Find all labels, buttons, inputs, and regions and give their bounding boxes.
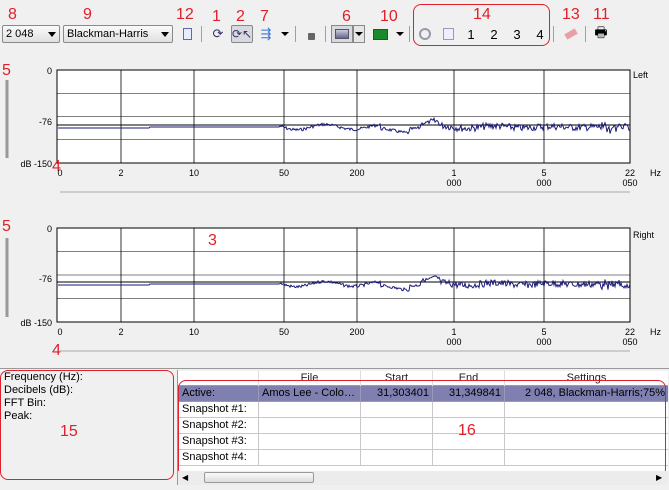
- x-tick-label: 200: [349, 168, 365, 178]
- x-tick-label: 22 050: [622, 327, 638, 347]
- x-tick-label: 2: [118, 327, 124, 337]
- scroll-right-arrow[interactable]: ▶: [656, 473, 662, 482]
- x-tick-label: 10: [188, 327, 199, 337]
- x-tick-label: 10: [188, 168, 199, 178]
- channel-label-left: Left: [633, 70, 649, 80]
- y-tick-label: 0: [46, 224, 52, 234]
- scroll-left-arrow[interactable]: ◀: [182, 473, 188, 482]
- x-tick-label: 50: [278, 168, 289, 178]
- annotation-box: [178, 380, 666, 477]
- annotation: 16: [458, 422, 476, 439]
- x-tick-label: 2: [118, 168, 124, 178]
- y-tick-label: -76: [38, 117, 52, 127]
- x-tick-label: 5 000: [536, 327, 552, 347]
- y-tick-label: -76: [38, 274, 52, 284]
- y-tick-label: dB -150: [20, 159, 52, 169]
- x-tick-label: 200: [349, 327, 365, 337]
- annotation: 15: [60, 423, 78, 440]
- y-tick-label: 0: [46, 66, 52, 76]
- annotation-box: [0, 370, 174, 480]
- x-tick-label: 5 000: [536, 168, 552, 188]
- x-unit-label: Hz: [650, 327, 661, 337]
- x-tick-label: 50: [278, 327, 289, 337]
- x-tick-label: 0: [57, 168, 63, 178]
- spectrum-plots: [5, 69, 631, 352]
- x-unit-label: Hz: [650, 168, 661, 178]
- x-tick-label: 0: [57, 327, 63, 337]
- y-tick-label: dB -150: [20, 318, 52, 328]
- x-tick-label: 1 000: [446, 168, 462, 188]
- annotation: 4: [52, 342, 61, 359]
- scrollbar-thumb[interactable]: [204, 472, 314, 483]
- horizontal-scrollbar[interactable]: ◀ ▶: [178, 471, 668, 485]
- x-tick-label: 22 050: [622, 168, 638, 188]
- channel-label-right: Right: [633, 230, 655, 240]
- annotation: 3: [208, 232, 217, 249]
- x-tick-label: 1 000: [446, 327, 462, 347]
